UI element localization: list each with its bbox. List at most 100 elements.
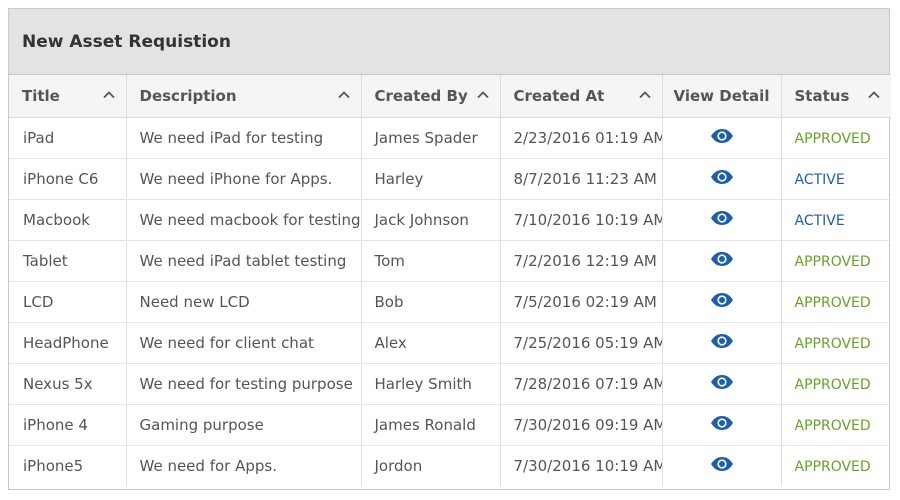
cell-description: We need macbook for testing [126,199,362,241]
sort-ascending-icon[interactable] [337,88,351,102]
cell-status: APPROVED [781,240,891,282]
asset-requisition-panel: New Asset Requistion Title Description Cre… [8,8,891,490]
cell-view-detail [662,240,782,282]
cell-title: Nexus 5x [9,363,127,405]
cell-title: Macbook [9,199,127,241]
sort-ascending-icon[interactable] [867,88,881,102]
column-header-label: Description [139,86,237,105]
status-badge: APPROVED [794,294,871,311]
cell-created-by: Alex [361,322,501,364]
cell-created-at: 7/30/2016 09:19 AM [500,404,663,446]
cell-view-detail [662,445,782,486]
cell-description: Gaming purpose [126,404,362,446]
view-detail-button[interactable] [710,415,734,431]
table-row: HeadPhone We need for client chat Alex 7/25… [9,322,891,364]
cell-title: Tablet [9,240,127,282]
cell-status: APPROVED [781,117,891,159]
cell-status: APPROVED [781,363,891,405]
cell-view-detail [662,363,782,405]
view-detail-button[interactable] [710,456,734,472]
status-badge: APPROVED [794,335,871,352]
cell-description: Need new LCD [126,281,362,323]
eye-icon [710,374,733,389]
cell-description: We need for testing purpose [126,363,362,405]
view-detail-button[interactable] [710,210,734,226]
cell-title: LCD [9,281,127,323]
eye-icon [710,251,733,266]
view-detail-button[interactable] [710,128,734,144]
cell-created-by: James Spader [361,117,501,159]
cell-status: APPROVED [781,445,891,486]
column-header-label: Created By [374,86,468,105]
table-row: iPhone C6 We need iPhone for Apps. Harley 8… [9,158,891,200]
status-badge: ACTIVE [794,171,845,188]
status-badge: APPROVED [794,376,871,393]
cell-created-by: James Ronald [361,404,501,446]
cell-created-at: 7/30/2016 10:19 AM [500,445,663,486]
cell-description: We need for client chat [126,322,362,364]
cell-view-detail [662,322,782,364]
cell-title: iPhone C6 [9,158,127,200]
cell-created-by: Harley [361,158,501,200]
column-header-view-detail: View Detail [662,75,782,118]
column-header-title[interactable]: Title [9,75,127,118]
column-header-label: Status [794,86,850,105]
cell-status: ACTIVE [781,199,891,241]
status-badge: APPROVED [794,130,871,147]
column-header-label: Created At [513,86,605,105]
cell-description: We need for Apps. [126,445,362,486]
cell-created-by: Jordon [361,445,501,486]
view-detail-button[interactable] [710,374,734,390]
eye-icon [710,333,733,348]
cell-status: APPROVED [781,281,891,323]
requisition-table: Title Description Created By Created At View… [9,75,891,486]
cell-created-at: 7/2/2016 12:19 AM [500,240,663,282]
eye-icon [710,210,733,225]
cell-created-by: Tom [361,240,501,282]
cell-view-detail [662,117,782,159]
status-badge: APPROVED [794,417,871,434]
sort-ascending-icon[interactable] [102,88,116,102]
table-row: LCD Need new LCD Bob 7/5/2016 02:19 AM APPRO… [9,281,891,323]
cell-view-detail [662,404,782,446]
sort-ascending-icon[interactable] [638,88,652,102]
cell-description: We need iPad for testing [126,117,362,159]
table-row: iPhone 4 Gaming purpose James Ronald 7/30/2… [9,404,891,446]
column-header-created-at[interactable]: Created At [500,75,663,118]
cell-created-at: 7/28/2016 07:19 AM [500,363,663,405]
table-body: iPad We need iPad for testing James Spader… [9,117,891,486]
column-header-description[interactable]: Description [126,75,362,118]
view-detail-button[interactable] [710,292,734,308]
cell-status: ACTIVE [781,158,891,200]
cell-created-by: Harley Smith [361,363,501,405]
view-detail-button[interactable] [710,169,734,185]
table-row: Nexus 5x We need for testing purpose Harle… [9,363,891,405]
eye-icon [710,292,733,307]
table-row: Tablet We need iPad tablet testing Tom 7/2/… [9,240,891,282]
cell-title: iPhone5 [9,445,127,486]
column-header-created-by[interactable]: Created By [361,75,501,118]
panel-title: New Asset Requistion [22,31,231,52]
panel-header: New Asset Requistion [9,9,889,75]
cell-title: iPhone 4 [9,404,127,446]
sort-ascending-icon[interactable] [476,88,490,102]
cell-created-at: 7/10/2016 10:19 AM [500,199,663,241]
eye-icon [710,169,733,184]
cell-description: We need iPhone for Apps. [126,158,362,200]
cell-created-by: Jack Johnson [361,199,501,241]
eye-icon [710,456,733,471]
cell-description: We need iPad tablet testing [126,240,362,282]
view-detail-button[interactable] [710,251,734,267]
column-header-label: Title [22,86,60,105]
column-header-status[interactable]: Status [781,75,891,118]
view-detail-button[interactable] [710,333,734,349]
cell-created-at: 2/23/2016 01:19 AM [500,117,663,159]
table-header-row: Title Description Created By Created At View… [9,75,891,118]
cell-created-by: Bob [361,281,501,323]
cell-title: iPad [9,117,127,159]
cell-created-at: 8/7/2016 11:23 AM [500,158,663,200]
status-badge: ACTIVE [794,212,845,229]
cell-view-detail [662,281,782,323]
cell-status: APPROVED [781,322,891,364]
column-header-label: View Detail [673,86,770,105]
